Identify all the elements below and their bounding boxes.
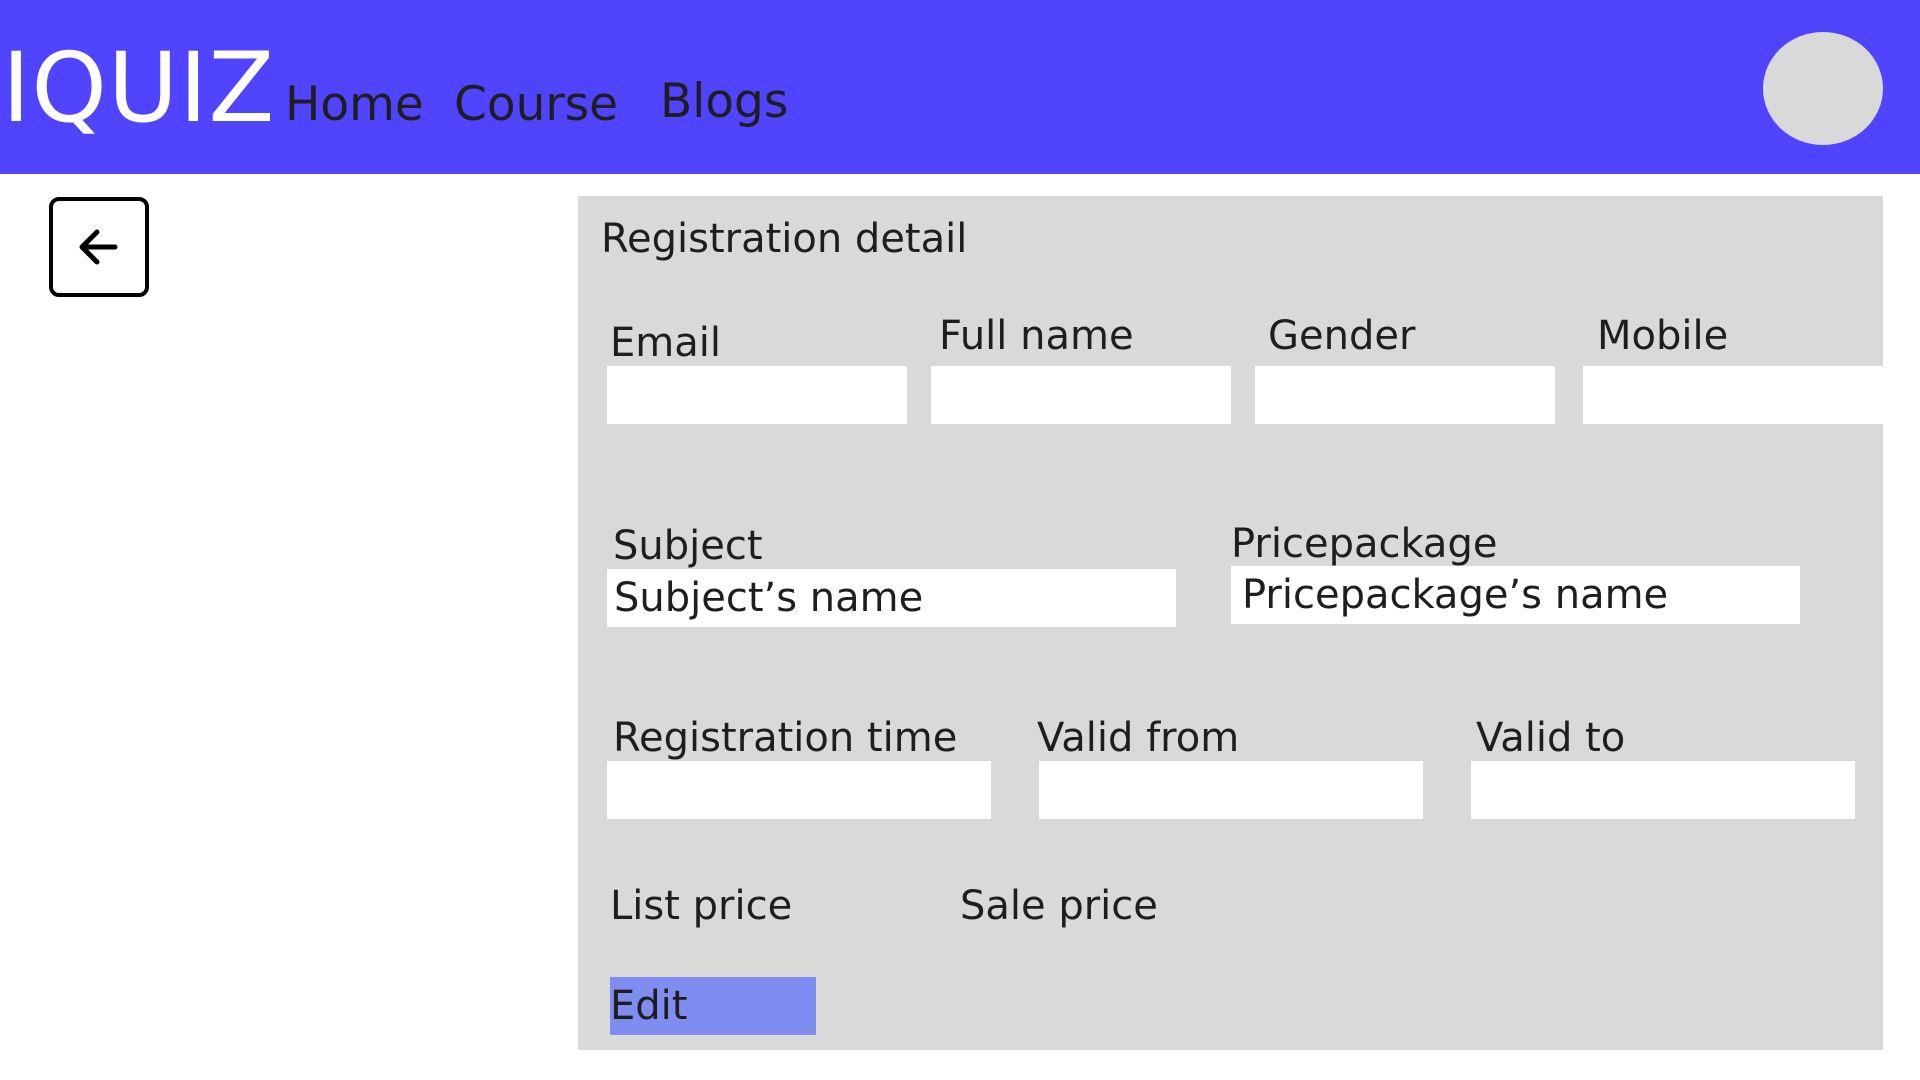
mobile-field[interactable] <box>1583 366 1883 424</box>
registration-detail-panel: Registration detail Email Full name Gend… <box>578 196 1883 1050</box>
gender-field[interactable] <box>1255 366 1555 424</box>
email-field[interactable] <box>607 366 907 424</box>
back-button[interactable] <box>49 197 149 297</box>
valid-from-field[interactable] <box>1039 761 1423 819</box>
list-price-label: List price <box>610 883 793 929</box>
full-name-label: Full name <box>939 313 1134 359</box>
valid-from-label: Valid from <box>1037 715 1240 761</box>
nav-blogs-link[interactable]: Blogs <box>660 72 788 132</box>
edit-button[interactable]: Edit <box>610 977 816 1035</box>
nav-home-link[interactable]: Home <box>285 75 424 135</box>
arrow-left-icon <box>79 229 118 265</box>
gender-label: Gender <box>1268 313 1416 359</box>
app-logo[interactable]: IQUIZ <box>2 28 275 148</box>
email-label: Email <box>610 320 721 366</box>
valid-to-label: Valid to <box>1476 715 1626 761</box>
registration-time-label: Registration time <box>613 715 958 761</box>
registration-time-field[interactable] <box>607 761 991 819</box>
pricepackage-field[interactable]: Pricepackage’s name <box>1231 566 1800 624</box>
valid-to-field[interactable] <box>1471 761 1855 819</box>
top-navigation-bar: IQUIZ Home Course Blogs <box>0 0 1920 174</box>
user-avatar[interactable] <box>1763 32 1883 145</box>
panel-title: Registration detail <box>601 216 968 262</box>
full-name-field[interactable] <box>931 366 1231 424</box>
mobile-label: Mobile <box>1597 313 1729 359</box>
sale-price-label: Sale price <box>960 883 1158 929</box>
pricepackage-label: Pricepackage <box>1231 521 1498 567</box>
subject-label: Subject <box>613 523 763 569</box>
nav-course-link[interactable]: Course <box>454 75 618 135</box>
subject-field[interactable]: Subject’s name <box>607 569 1176 627</box>
